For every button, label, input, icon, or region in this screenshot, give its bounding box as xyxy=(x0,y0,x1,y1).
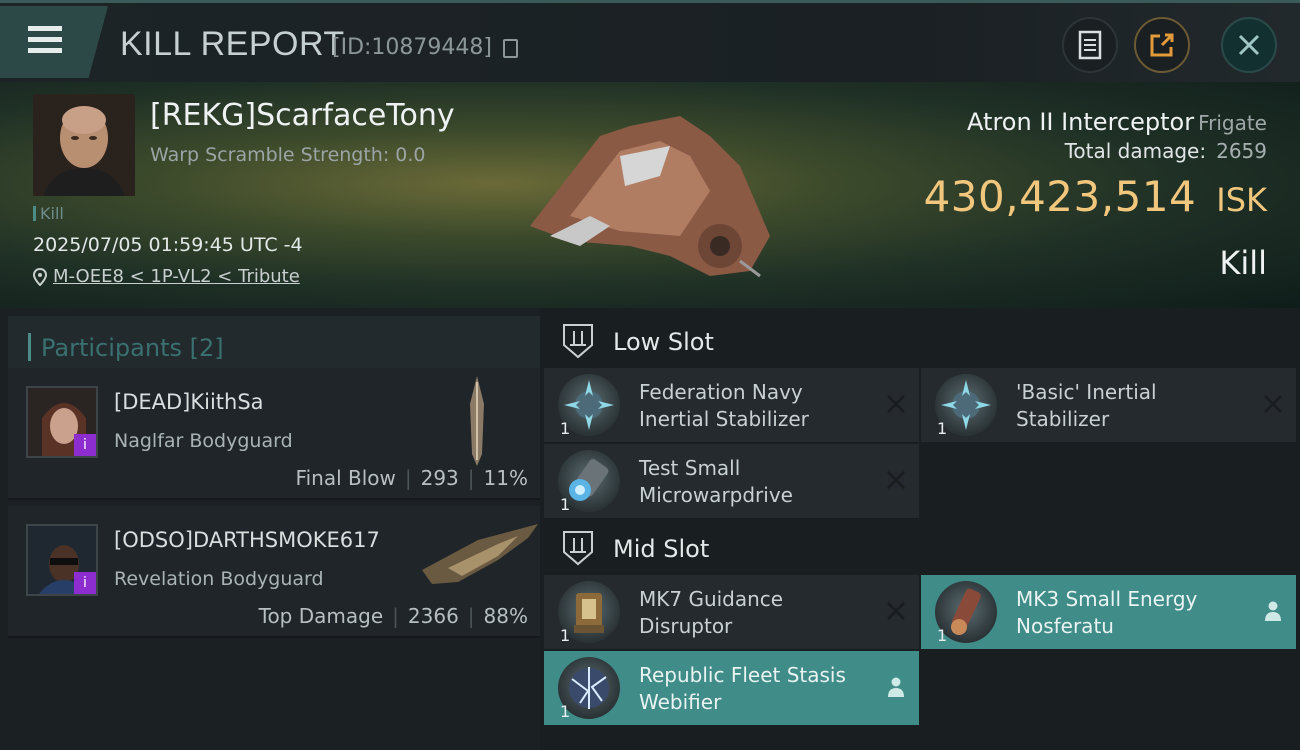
module-name: Federation Navy Inertial Stabilizer xyxy=(639,380,809,431)
victim-ship-image xyxy=(530,116,770,278)
close-button[interactable] xyxy=(1221,17,1277,73)
dropped-person-icon xyxy=(1265,601,1281,621)
location-pin-icon xyxy=(33,268,47,286)
player-badge-icon: i xyxy=(74,572,96,594)
page-title: KILL REPORT xyxy=(120,25,345,63)
module-name: MK3 Small Energy Nosferatu xyxy=(1016,587,1198,638)
kill-tag: Kill xyxy=(33,204,64,223)
copy-id-icon[interactable] xyxy=(503,39,518,58)
participant-name[interactable]: [ODSO]DARTHSMOKE617 xyxy=(114,528,380,552)
module-item[interactable]: 1 'Basic' Inertial Stabilizer xyxy=(921,368,1296,442)
warp-scramble-strength: Warp Scramble Strength: 0.0 xyxy=(150,144,426,166)
module-name: Test Small Microwarpdrive xyxy=(639,456,793,507)
clipboard-button[interactable] xyxy=(1062,17,1118,73)
kill-location[interactable]: M-OEE8 < 1P-VL2 < Tribute xyxy=(33,266,300,287)
victim-ship-type[interactable]: Atron II Interceptor Frigate xyxy=(967,108,1267,136)
victim-summary: [REKG]ScarfaceTony Warp Scramble Strengt… xyxy=(0,82,1300,308)
participants-panel: Participants [2] i [DEAD]KiithSa Naglfar… xyxy=(0,308,540,750)
module-item[interactable]: 1 Test Small Microwarpdrive xyxy=(544,444,919,518)
kill-result: Kill xyxy=(1219,244,1267,282)
module-quantity: 1 xyxy=(560,419,571,438)
destroyed-x-icon xyxy=(887,602,905,620)
report-id: [ID:10879448] xyxy=(332,35,492,60)
module-name: MK7 Guidance Disruptor xyxy=(639,587,784,638)
module-item[interactable]: 1 MK7 Guidance Disruptor xyxy=(544,575,919,649)
menu-button[interactable] xyxy=(0,6,108,78)
module-quantity: 1 xyxy=(560,626,571,645)
module-quantity: 1 xyxy=(560,495,571,514)
participant-name[interactable]: [DEAD]KiithSa xyxy=(114,390,264,414)
total-damage: Total damage: 2659 xyxy=(1064,139,1267,163)
participant-stats: Final Blow | 293 | 11% xyxy=(295,466,528,490)
participant-avatar[interactable]: i xyxy=(26,386,98,458)
share-icon xyxy=(1150,33,1174,57)
low-slot-title: Low Slot xyxy=(613,328,714,356)
location-link[interactable]: M-OEE8 < 1P-VL2 < Tribute xyxy=(53,266,300,287)
destroyed-x-icon xyxy=(887,395,905,413)
victim-avatar[interactable] xyxy=(33,94,135,196)
share-button[interactable] xyxy=(1134,17,1190,73)
participants-title: Participants [2] xyxy=(28,333,224,362)
participant-ship-image xyxy=(422,524,538,584)
mid-slot-title: Mid Slot xyxy=(613,535,710,563)
participant-ship-image xyxy=(470,376,484,466)
participant-card[interactable]: i [ODSO]DARTHSMOKE617 Revelation Bodygua… xyxy=(8,506,540,638)
fitting-panel: Low Slot 1 Federation Navy Inertial Stab… xyxy=(540,308,1300,750)
module-quantity: 1 xyxy=(937,626,948,645)
mid-slot-header: Mid Slot xyxy=(540,517,1300,579)
participant-ship: Naglfar Bodyguard xyxy=(114,430,293,452)
player-badge-icon: i xyxy=(74,434,96,456)
ship-class: Frigate xyxy=(1198,111,1267,135)
header-bar: KILL REPORT [ID:10879448] xyxy=(0,0,1300,82)
isk-value: 430,423,514 ISK xyxy=(923,172,1267,221)
low-slot-header: Low Slot xyxy=(540,310,1300,372)
module-item[interactable]: 1 MK3 Small Energy Nosferatu xyxy=(921,575,1296,649)
module-item[interactable]: 1 Republic Fleet Stasis Webifier xyxy=(544,651,919,725)
dropped-person-icon xyxy=(888,677,904,697)
destroyed-x-icon xyxy=(887,471,905,489)
module-quantity: 1 xyxy=(560,702,571,721)
participants-header: Participants [2] xyxy=(8,316,540,370)
kill-timestamp: 2025/07/05 01:59:45 UTC -4 xyxy=(33,234,303,256)
participant-stats: Top Damage | 2366 | 88% xyxy=(258,604,528,628)
module-name: 'Basic' Inertial Stabilizer xyxy=(1016,380,1157,431)
close-icon xyxy=(1238,34,1260,56)
victim-portrait-image xyxy=(33,94,135,196)
victim-name[interactable]: [REKG]ScarfaceTony xyxy=(150,98,455,133)
module-name: Republic Fleet Stasis Webifier xyxy=(639,663,846,714)
destroyed-x-icon xyxy=(1264,395,1282,413)
participant-avatar[interactable]: i xyxy=(26,524,98,596)
participant-card[interactable]: i [DEAD]KiithSa Naglfar Bodyguard Final … xyxy=(8,368,540,500)
module-item[interactable]: 1 Federation Navy Inertial Stabilizer xyxy=(544,368,919,442)
mid-slot-icon xyxy=(563,531,593,566)
module-quantity: 1 xyxy=(937,419,948,438)
participant-ship: Revelation Bodyguard xyxy=(114,568,324,590)
low-slot-icon xyxy=(563,324,593,359)
clipboard-icon xyxy=(1078,30,1102,60)
